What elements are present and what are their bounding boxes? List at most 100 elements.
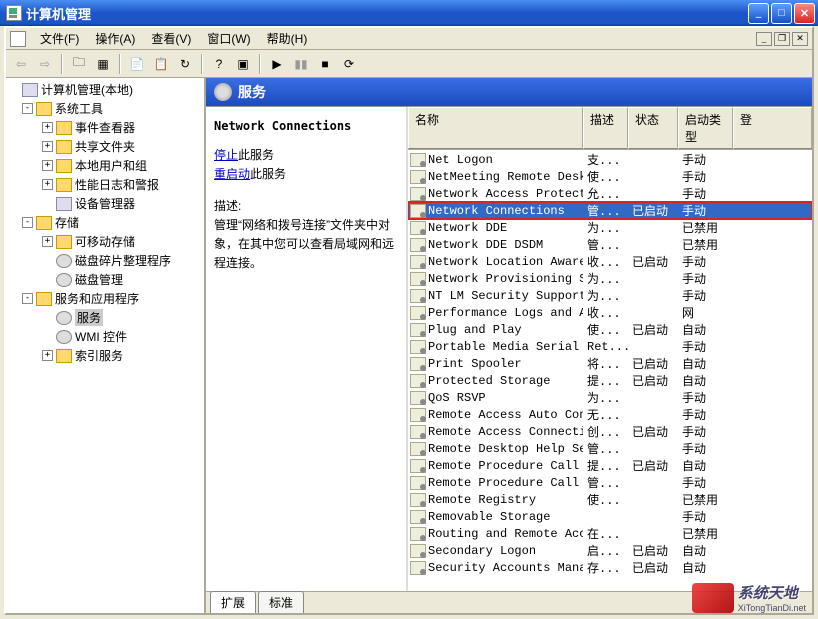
expand-icon[interactable]: +: [42, 141, 53, 152]
service-name: Remote Procedure Call (RPC): [428, 459, 583, 473]
expand-icon[interactable]: +: [42, 160, 53, 171]
service-icon: [410, 170, 426, 184]
toolbar: ⇦ ⇨ 🗀 ▦ 📄 📋 ↻ ? ▣ ▶ ▮▮ ■ ⟳: [6, 50, 812, 78]
service-row[interactable]: Remote Desktop Help Sess...管...手动: [408, 440, 812, 457]
col-desc[interactable]: 描述: [583, 107, 628, 149]
service-row[interactable]: Net Logon支...手动: [408, 151, 812, 168]
service-row[interactable]: Network Provisioning Ser...为...手动: [408, 270, 812, 287]
refresh-button[interactable]: ↻: [174, 53, 196, 75]
folder-icon: [36, 292, 52, 306]
collapse-icon[interactable]: -: [22, 293, 33, 304]
service-row[interactable]: Network Connections管...已启动手动: [408, 202, 812, 219]
export-button[interactable]: 📋: [150, 53, 172, 75]
list-body[interactable]: Net Logon支...手动NetMeeting Remote Deskto.…: [408, 150, 812, 591]
tree-node[interactable]: +本地用户和组: [8, 156, 202, 175]
service-row[interactable]: Network Access Protectio...允...手动: [408, 185, 812, 202]
folder-icon: [56, 349, 72, 363]
tree-pane[interactable]: 计算机管理(本地)-系统工具+事件查看器+共享文件夹+本地用户和组+性能日志和警…: [6, 78, 206, 613]
collapse-icon[interactable]: -: [22, 217, 33, 228]
col-logon[interactable]: 登: [733, 107, 812, 149]
service-row[interactable]: Portable Media Serial Nu...Ret...手动: [408, 338, 812, 355]
doc-icon: [10, 31, 26, 47]
tree-node[interactable]: 服务: [8, 308, 202, 327]
tree-node[interactable]: 磁盘碎片整理程序: [8, 251, 202, 270]
service-row[interactable]: QoS RSVP为...手动: [408, 389, 812, 406]
service-row[interactable]: Routing and Remote Access在...已禁用: [408, 525, 812, 542]
service-row[interactable]: NetMeeting Remote Deskto...使...手动: [408, 168, 812, 185]
expand-icon[interactable]: +: [42, 236, 53, 247]
tree-label: 性能日志和警报: [75, 176, 159, 193]
service-name: Network Connections: [428, 204, 565, 218]
service-row[interactable]: Security Accounts Manager存...已启动自动: [408, 559, 812, 576]
service-row[interactable]: Protected Storage提...已启动自动: [408, 372, 812, 389]
menu-file[interactable]: 文件(F): [32, 28, 87, 49]
stop-button[interactable]: ■: [314, 53, 336, 75]
tree-node[interactable]: WMI 控件: [8, 327, 202, 346]
play-button[interactable]: ▶: [266, 53, 288, 75]
service-row[interactable]: Plug and Play使...已启动自动: [408, 321, 812, 338]
service-row[interactable]: Performance Logs and Alerts收...网: [408, 304, 812, 321]
menu-help[interactable]: 帮助(H): [259, 28, 316, 49]
service-row[interactable]: Remote Procedure Call (RPC)提...已启动自动: [408, 457, 812, 474]
service-row[interactable]: Remote Registry使...已禁用: [408, 491, 812, 508]
tree-node[interactable]: 计算机管理(本地): [8, 80, 202, 99]
col-state[interactable]: 状态: [628, 107, 678, 149]
col-start[interactable]: 启动类型: [678, 107, 733, 149]
service-name: Secondary Logon: [428, 544, 536, 558]
tree-node[interactable]: -系统工具: [8, 99, 202, 118]
forward-button: ⇨: [34, 53, 56, 75]
service-row[interactable]: Remote Access Connection...创...已启动手动: [408, 423, 812, 440]
tree-node[interactable]: +可移动存储: [8, 232, 202, 251]
service-icon: [410, 476, 426, 490]
service-row[interactable]: Network DDE为...已禁用: [408, 219, 812, 236]
collapse-icon[interactable]: -: [22, 103, 33, 114]
minimize-button[interactable]: _: [748, 3, 769, 24]
menu-view[interactable]: 查看(V): [143, 28, 199, 49]
service-icon: [410, 306, 426, 320]
restart-link[interactable]: 重启动: [214, 167, 250, 181]
folder-icon: [56, 235, 72, 249]
tree-node[interactable]: +索引服务: [8, 346, 202, 365]
show-hide-button[interactable]: ▦: [92, 53, 114, 75]
service-icon: [410, 493, 426, 507]
service-icon: [410, 238, 426, 252]
close-button[interactable]: ✕: [794, 3, 815, 24]
expand-icon[interactable]: +: [42, 350, 53, 361]
tree-node[interactable]: +共享文件夹: [8, 137, 202, 156]
restart-button[interactable]: ⟳: [338, 53, 360, 75]
mdi-restore-button[interactable]: ❐: [774, 32, 790, 46]
service-row[interactable]: Remote Procedure Call (R...管...手动: [408, 474, 812, 491]
tree-node[interactable]: -服务和应用程序: [8, 289, 202, 308]
mdi-close-button[interactable]: ✕: [792, 32, 808, 46]
maximize-button[interactable]: □: [771, 3, 792, 24]
expand-icon[interactable]: +: [42, 179, 53, 190]
expand-icon[interactable]: +: [42, 122, 53, 133]
service-row[interactable]: Network DDE DSDM管...已禁用: [408, 236, 812, 253]
tab-standard[interactable]: 标准: [258, 591, 304, 613]
tree-label: WMI 控件: [75, 328, 127, 345]
tree-node[interactable]: + 性能日志和警报: [8, 175, 202, 194]
service-row[interactable]: Print Spooler将...已启动自动: [408, 355, 812, 372]
tree-node[interactable]: +事件查看器: [8, 118, 202, 137]
service-row[interactable]: Removable Storage手动: [408, 508, 812, 525]
new-window-button[interactable]: ▣: [232, 53, 254, 75]
service-icon: [410, 527, 426, 541]
tree-node[interactable]: -存储: [8, 213, 202, 232]
menu-window[interactable]: 窗口(W): [199, 28, 258, 49]
service-row[interactable]: Network Location Awarene...收...已启动手动: [408, 253, 812, 270]
service-row[interactable]: Remote Access Auto Conne...无...手动: [408, 406, 812, 423]
service-row[interactable]: Secondary Logon启...已启动自动: [408, 542, 812, 559]
service-row[interactable]: NT LM Security Support P...为...手动: [408, 287, 812, 304]
help-button[interactable]: ?: [208, 53, 230, 75]
service-name: Remote Registry: [428, 493, 536, 507]
mdi-minimize-button[interactable]: _: [756, 32, 772, 46]
tree-node[interactable]: 设备管理器: [8, 194, 202, 213]
menu-action[interactable]: 操作(A): [87, 28, 143, 49]
up-button[interactable]: 🗀: [68, 53, 90, 75]
tab-extended[interactable]: 扩展: [210, 591, 256, 613]
stop-link[interactable]: 停止: [214, 148, 238, 162]
properties-button[interactable]: 📄: [126, 53, 148, 75]
col-name[interactable]: 名称: [408, 107, 583, 149]
tree-node[interactable]: 磁盘管理: [8, 270, 202, 289]
service-name: Net Logon: [428, 153, 493, 167]
